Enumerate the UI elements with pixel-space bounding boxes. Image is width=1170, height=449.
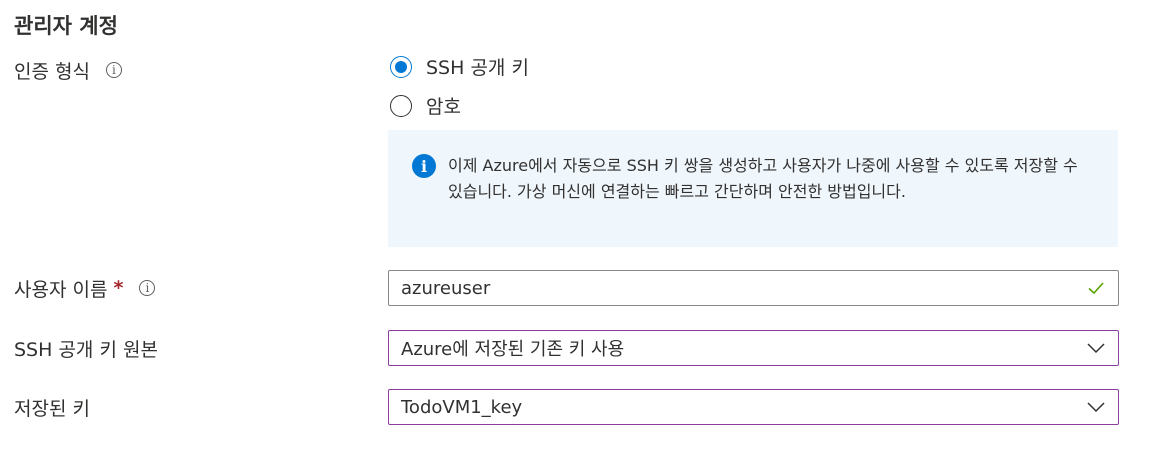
stored-key-dropdown[interactable]: TodoVM1_key — [388, 389, 1119, 425]
ssh-source-label-row: SSH 공개 키 원본 — [14, 334, 158, 362]
auth-type-label: 인증 형식 — [14, 60, 90, 83]
username-input[interactable]: azureuser — [388, 270, 1119, 306]
stored-key-label: 저장된 키 — [14, 397, 90, 420]
radio-ssh-public-key[interactable]: SSH 공개 키 — [390, 53, 529, 80]
chevron-down-icon[interactable] — [1086, 338, 1106, 358]
radio-password[interactable]: 암호 — [390, 92, 461, 119]
info-icon[interactable]: i — [105, 62, 122, 78]
username-label: 사용자 이름 — [14, 278, 108, 301]
info-message-text: 이제 Azure에서 자동으로 SSH 키 쌍을 생성하고 사용자가 나중에 사… — [448, 156, 1078, 201]
chevron-down-icon[interactable] — [1086, 397, 1106, 417]
required-asterisk: * — [113, 277, 124, 299]
username-label-row: 사용자 이름 * i — [14, 274, 156, 302]
stored-key-label-row: 저장된 키 — [14, 393, 90, 421]
radio-button-unchecked[interactable] — [390, 94, 412, 117]
ssh-info-message-box: i 이제 Azure에서 자동으로 SSH 키 쌍을 생성하고 사용자가 나중에… — [388, 130, 1118, 247]
ssh-source-selected-value: Azure에 저장된 기존 키 사용 — [401, 339, 625, 360]
auth-type-label-row: 인증 형식 i — [14, 56, 122, 84]
section-title: 관리자 계정 — [14, 14, 118, 38]
checkmark-icon — [1088, 282, 1104, 295]
stored-key-selected-value: TodoVM1_key — [401, 396, 523, 418]
info-icon[interactable]: i — [139, 280, 156, 296]
radio-label-password: 암호 — [426, 96, 461, 118]
username-value[interactable]: azureuser — [401, 278, 1086, 299]
radio-button-checked[interactable] — [390, 55, 412, 78]
radio-label-ssh: SSH 공개 키 — [426, 57, 529, 79]
info-filled-icon: i — [412, 154, 436, 178]
ssh-source-dropdown[interactable]: Azure에 저장된 기존 키 사용 — [388, 330, 1119, 366]
ssh-source-label: SSH 공개 키 원본 — [14, 338, 158, 361]
